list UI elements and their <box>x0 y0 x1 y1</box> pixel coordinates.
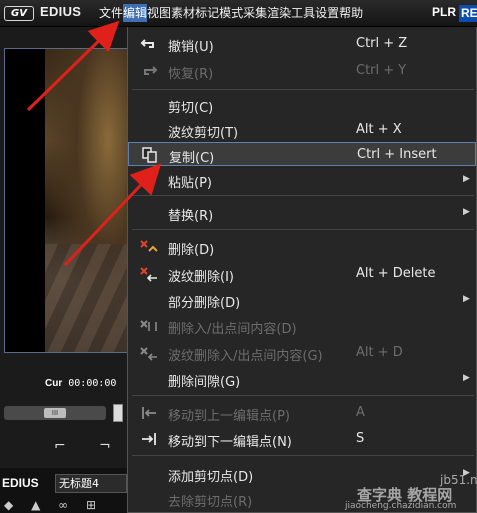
menu-separator <box>132 89 474 90</box>
menu-marker[interactable]: 标记 <box>195 4 219 22</box>
preview-video <box>45 49 129 352</box>
menu-separator <box>132 455 474 456</box>
menu-render[interactable]: 渲染 <box>267 4 291 22</box>
menu-item-paste[interactable]: 粘贴(P) ▶ <box>128 168 476 192</box>
menu-file[interactable]: 文件 <box>99 4 123 22</box>
menu-view[interactable]: 视图 <box>147 4 171 22</box>
menu-item-cut[interactable]: 剪切(C) <box>128 93 476 117</box>
ripple-delete-in-out-icon <box>140 347 157 361</box>
project-name[interactable]: 无标题4 <box>55 474 127 493</box>
shuttle-handle[interactable] <box>113 404 123 422</box>
submenu-arrow-icon: ▶ <box>463 207 470 217</box>
menu-settings[interactable]: 设置 <box>315 4 339 22</box>
delete-icon <box>140 240 158 252</box>
ripple-delete-icon <box>140 267 157 282</box>
menu-edit[interactable]: 编辑 <box>123 4 148 22</box>
submenu-arrow-icon: ▶ <box>463 174 470 184</box>
menu-item-delete[interactable]: 删除(D) <box>128 235 476 259</box>
preview-window <box>4 48 130 353</box>
gv-logo-icon: GV <box>4 6 34 21</box>
redo-icon <box>144 66 158 75</box>
menu-separator <box>132 195 474 196</box>
menu-item-partial-delete[interactable]: 部分删除(D) ▶ <box>128 288 476 312</box>
tool-icon[interactable]: ◆ <box>4 498 13 512</box>
timeline-brand: EDIUS <box>2 476 39 490</box>
menu-mode[interactable]: 模式 <box>219 4 243 22</box>
transport-buttons: ⌐ ¬ <box>0 432 128 460</box>
menu-item-ripple-delete-in-out[interactable]: 波纹删除入/出点间内容(G) Alt + D <box>128 341 476 365</box>
scrub-knob[interactable]: III <box>44 408 66 418</box>
copy-icon <box>142 147 157 163</box>
menu-item-prev-edit-point[interactable]: 移动到上一编辑点(P) A <box>128 401 476 425</box>
submenu-arrow-icon: ▶ <box>463 373 470 383</box>
tool-icon[interactable]: ∞ <box>58 498 68 512</box>
scrub-bar[interactable]: III <box>4 406 106 420</box>
rec-label: RE <box>459 5 477 22</box>
menu-help[interactable]: 帮助 <box>339 4 363 22</box>
menu-separator <box>132 229 474 230</box>
watermark-url: jiaocheng.chazidian.com <box>345 501 457 511</box>
app-brand: EDIUS <box>40 4 82 19</box>
tool-icon[interactable]: ⊞ <box>86 498 96 512</box>
undo-icon <box>140 39 154 48</box>
menu-item-delete-gap[interactable]: 删除间隙(G) ▶ <box>128 367 476 391</box>
main-menu: 文件 编辑 视图 素材 标记 模式 采集 渲染 工具 设置 帮助 <box>99 4 363 22</box>
menu-item-copy[interactable]: 复制(C) Ctrl + Insert <box>128 142 476 166</box>
set-in-icon[interactable]: ⌐ <box>54 438 66 454</box>
menu-item-add-cut-point[interactable]: 添加剪切点(D) ▶ <box>128 462 476 486</box>
next-edit-point-icon <box>142 433 156 445</box>
menu-item-undo[interactable]: 撤销(U) Ctrl + Z <box>128 32 476 56</box>
timeline-tools: ◆ ▲ ∞ ⊞ <box>4 498 110 512</box>
menu-clip[interactable]: 素材 <box>171 4 195 22</box>
menu-capture[interactable]: 采集 <box>243 4 267 22</box>
menu-tools[interactable]: 工具 <box>291 4 315 22</box>
menu-separator <box>132 395 474 396</box>
menu-item-next-edit-point[interactable]: 移动到下一编辑点(N) S <box>128 427 476 451</box>
submenu-arrow-icon: ▶ <box>463 294 470 304</box>
delete-in-out-icon <box>140 320 157 331</box>
menu-item-ripple-cut[interactable]: 波纹剪切(T) Alt + X <box>128 118 476 142</box>
tool-icon[interactable]: ▲ <box>31 498 40 512</box>
menu-item-ripple-delete[interactable]: 波纹删除(I) Alt + Delete <box>128 262 476 286</box>
edit-dropdown-menu: 撤销(U) Ctrl + Z 恢复(R) Ctrl + Y 剪切(C) 波纹剪切… <box>127 27 477 513</box>
plr-label: PLR <box>432 5 456 19</box>
prev-edit-point-icon <box>142 407 156 419</box>
set-out-icon[interactable]: ¬ <box>99 438 111 454</box>
current-timecode: Cur 00:00:00 <box>45 378 117 389</box>
title-menu-bar: GV EDIUS 文件 编辑 视图 素材 标记 模式 采集 渲染 工具 设置 帮… <box>0 0 477 27</box>
menu-item-replace[interactable]: 替换(R) ▶ <box>128 201 476 225</box>
menu-item-delete-in-out[interactable]: 删除入/出点间内容(D) <box>128 314 476 338</box>
menu-item-redo[interactable]: 恢复(R) Ctrl + Y <box>128 59 476 83</box>
